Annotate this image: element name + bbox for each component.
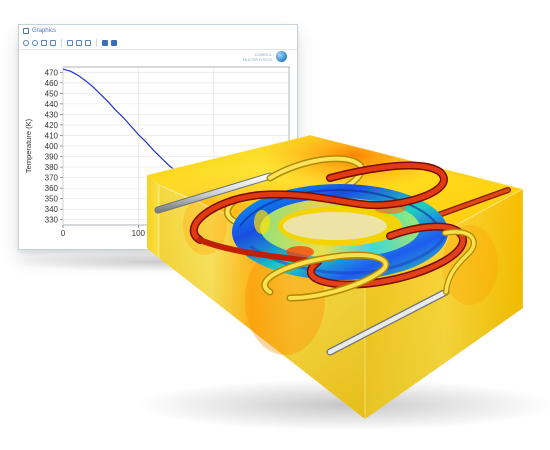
box-left-face	[147, 175, 159, 258]
screenshot-stage: Graphics COMSOL MULTIPHYSICS 330 340 350 36…	[0, 0, 550, 450]
y-tick-label: 470	[45, 68, 59, 77]
y-tick-label: 350	[45, 195, 59, 204]
y-tick-label: 450	[45, 89, 59, 98]
y-tick-label: 410	[45, 131, 59, 140]
y-tick-label: 420	[45, 121, 59, 130]
y-tick-label: 400	[45, 142, 59, 151]
y-tick-label: 340	[45, 205, 59, 214]
y-tick-label: 330	[45, 216, 59, 225]
y-tick-label: 440	[45, 100, 59, 109]
y-tick-label: 390	[45, 153, 59, 162]
y-tick-label: 460	[45, 79, 59, 88]
x-tick-label: 0	[61, 229, 66, 238]
x-tick-label: 100	[132, 229, 146, 238]
y-tick-label: 370	[45, 174, 59, 183]
y-tick-label: 360	[45, 184, 59, 193]
y-tick-label: 430	[45, 110, 59, 119]
y-tick-label: 380	[45, 163, 59, 172]
y-axis-label: Temperature (K)	[24, 118, 33, 173]
